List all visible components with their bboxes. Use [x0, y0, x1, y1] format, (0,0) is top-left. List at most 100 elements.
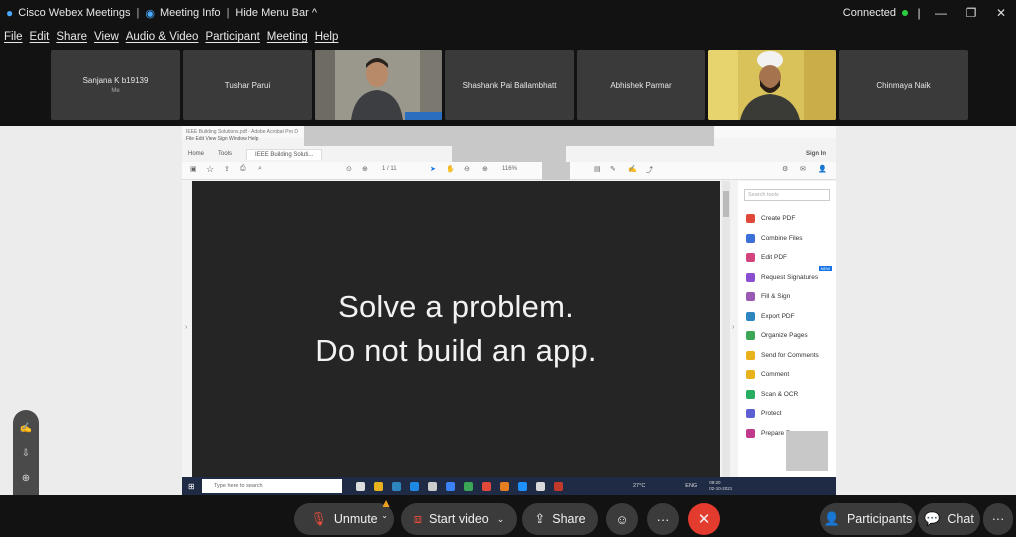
participant-tile[interactable]: Abhishek Parmar — [577, 50, 705, 120]
participants-button[interactable]: 👤 Participants — [820, 503, 916, 535]
start-video-label: Start video — [428, 512, 489, 526]
meeting-info-button[interactable]: ◉ Meeting Info — [145, 7, 220, 20]
tool-comment[interactable]: Comment — [738, 365, 836, 385]
zoom-in-icon[interactable]: ⊕ — [22, 473, 30, 484]
pdf-scrollbar[interactable] — [722, 181, 730, 477]
task-view-icon[interactable] — [356, 481, 365, 491]
menu-meeting[interactable]: Meeting — [267, 31, 308, 43]
tab-document[interactable]: IEEE Building Soluti... — [246, 148, 323, 160]
store-icon[interactable] — [428, 481, 437, 491]
chevron-down-icon[interactable]: ⌄ — [381, 511, 388, 520]
menu-edit[interactable]: Edit — [30, 31, 50, 43]
chevron-down-icon[interactable]: ⌄ — [497, 514, 505, 525]
meeting-info-label: Meeting Info — [160, 7, 221, 19]
sign-in-button[interactable]: Sign In — [806, 151, 826, 157]
windows-start-icon[interactable]: ⊞ — [188, 482, 195, 491]
app-icon[interactable] — [536, 481, 545, 491]
save-icon[interactable]: ▣ — [190, 165, 197, 173]
tool-export-pdf[interactable]: Export PDF — [738, 307, 836, 327]
pen-icon[interactable]: ✎ — [610, 165, 616, 173]
tool-organize-pages[interactable]: Organize Pages — [738, 326, 836, 346]
tool-scan-ocr[interactable]: Scan & OCR — [738, 385, 836, 405]
close-window-icon[interactable]: ✕ — [990, 6, 1012, 20]
search-tools-input[interactable]: Search tools — [744, 189, 830, 201]
more-options-button[interactable]: ··· — [647, 503, 679, 535]
reactions-button[interactable]: ☺ — [606, 503, 638, 535]
tools-icon[interactable]: ⚙ — [782, 165, 788, 173]
hand-tool-icon[interactable]: ✋ — [446, 165, 455, 173]
print-icon[interactable]: ⎙ — [240, 165, 246, 173]
webex-taskbar-icon[interactable] — [518, 481, 527, 491]
tab-home[interactable]: Home — [188, 151, 204, 157]
unmute-button[interactable]: 🎙 Unmute ⌄ ▲ — [294, 496, 394, 535]
menu-audio-video[interactable]: Audio & Video — [126, 31, 199, 43]
participant-tile[interactable]: Shashank Pai Ballambhatt — [445, 50, 574, 120]
restore-icon[interactable]: ❐ — [960, 6, 982, 20]
minimize-icon[interactable]: — — [930, 6, 952, 20]
tool-send-for-comments[interactable]: Send for Comments — [738, 346, 836, 366]
start-video-button[interactable]: ⧈ Start video ⌄ — [401, 503, 517, 535]
participant-strip: Sanjana K b19139 Me Tushar Parui Shashan… — [0, 48, 1016, 126]
share-icon[interactable]: ⤴ — [646, 165, 653, 175]
select-tool-icon[interactable]: ➤ — [430, 165, 436, 173]
zoom-in-icon[interactable]: ⊕ — [482, 165, 488, 173]
hide-menu-bar-button[interactable]: Hide Menu Bar ^ — [235, 7, 317, 19]
tool-create-pdf[interactable]: Create PDF — [738, 209, 836, 229]
page-up-icon[interactable]: ⊙ — [346, 165, 352, 173]
menu-participant[interactable]: Participant — [205, 31, 259, 43]
acrobat-tabs: Home Tools IEEE Building Soluti... Sign … — [182, 147, 836, 161]
chrome-icon[interactable] — [482, 481, 491, 491]
annotate-icon[interactable]: ✍ — [20, 423, 32, 434]
participant-name: Sanjana K b19139 — [82, 76, 149, 85]
collapse-right-icon[interactable]: › — [732, 324, 734, 331]
edge-icon[interactable] — [392, 481, 401, 491]
tab-tools[interactable]: Tools — [218, 151, 232, 157]
menu-share[interactable]: Share — [56, 31, 87, 43]
pin-icon[interactable]: ⇩ — [22, 448, 30, 459]
user-icon[interactable]: 👤 — [818, 165, 827, 173]
zoom-out-icon[interactable]: ⊖ — [464, 165, 470, 173]
comment-icon[interactable]: ▤ — [594, 165, 601, 173]
tool-label: Edit PDF — [761, 254, 788, 262]
tool-fill-sign[interactable]: Fill & Sign — [738, 287, 836, 307]
tool-edit-pdf[interactable]: Edit PDF — [738, 248, 836, 268]
page-down-icon[interactable]: ⊕ — [362, 165, 368, 173]
menu-help[interactable]: Help — [315, 31, 339, 43]
participant-video-tile[interactable] — [708, 50, 836, 120]
search-icon[interactable]: ⌕ — [258, 165, 262, 173]
mail-app-icon[interactable] — [410, 481, 419, 491]
taskbar-search-input[interactable]: Type here to search — [202, 479, 342, 493]
zoom-level[interactable]: 116% — [502, 166, 517, 172]
upload-icon[interactable]: ⇪ — [224, 165, 230, 173]
tool-protect[interactable]: Protect — [738, 404, 836, 424]
app-icon[interactable] — [446, 481, 455, 491]
participant-video-feed — [708, 50, 836, 120]
combine-files-icon — [746, 233, 755, 243]
participant-video-tile[interactable] — [315, 50, 442, 120]
acrobat-taskbar-icon[interactable] — [554, 481, 563, 491]
shared-screen[interactable]: IEEE Building Solutions.pdf - Adobe Acro… — [182, 126, 836, 495]
participant-tile[interactable]: Tushar Parui — [183, 50, 312, 120]
end-meeting-button[interactable]: ✕ — [688, 503, 720, 535]
menu-file[interactable]: File — [4, 31, 23, 43]
participant-tile[interactable]: Sanjana K b19139 Me — [51, 50, 180, 120]
edit-pdf-icon — [746, 253, 755, 263]
tool-combine-files[interactable]: Combine Files — [738, 229, 836, 249]
star-icon[interactable]: ☆ — [206, 164, 214, 175]
app-icon[interactable] — [500, 481, 509, 491]
participant-tile[interactable]: Chinmaya Naik — [839, 50, 968, 120]
app-title: ● Cisco Webex Meetings — [6, 6, 131, 20]
panel-more-button[interactable]: ··· — [983, 503, 1013, 535]
file-explorer-icon[interactable] — [374, 481, 383, 491]
share-label: Share — [552, 512, 586, 526]
scroll-thumb[interactable] — [723, 191, 729, 217]
protect-icon — [746, 409, 755, 419]
menu-view[interactable]: View — [94, 31, 119, 43]
chat-button[interactable]: 💬 Chat — [918, 503, 980, 535]
share-button[interactable]: ⇪ Share — [522, 503, 598, 535]
collapse-left-icon[interactable]: › — [185, 324, 187, 331]
mail-icon[interactable]: ✉ — [800, 165, 806, 173]
participant-video-feed — [315, 50, 442, 120]
sign-icon[interactable]: ✍ — [628, 165, 637, 173]
app-icon[interactable] — [464, 481, 473, 491]
